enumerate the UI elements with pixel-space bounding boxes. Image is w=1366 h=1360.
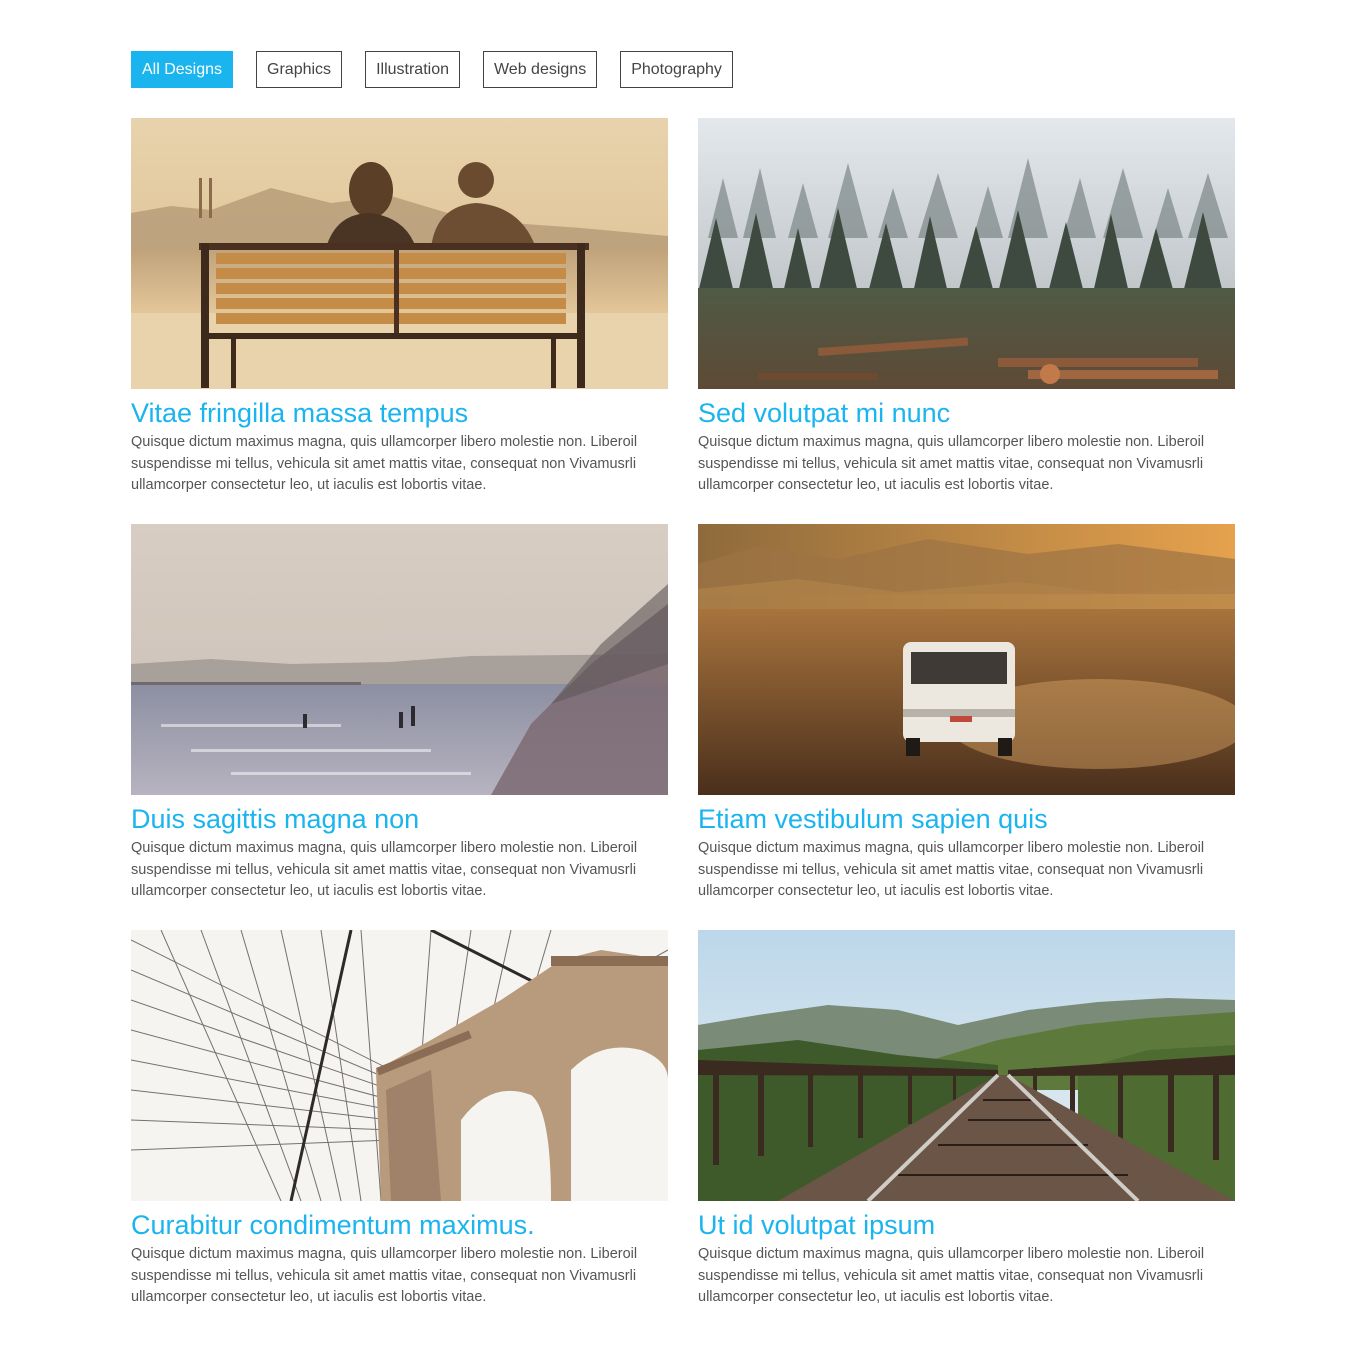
- portfolio-grid: Vitae fringilla massa tempus Quisque dic…: [131, 118, 1235, 1336]
- foggy-forest-photo[interactable]: [698, 118, 1235, 389]
- card-description: Quisque dictum maximus magna, quis ullam…: [698, 434, 1205, 493]
- misty-beach-photo[interactable]: [131, 524, 668, 795]
- card-title[interactable]: Ut id volutpat ipsum: [698, 1209, 1235, 1241]
- filter-illustration-button[interactable]: Illustration: [365, 51, 460, 88]
- van-in-desert-photo[interactable]: [698, 524, 1235, 795]
- card-title[interactable]: Duis sagittis magna non: [131, 803, 668, 835]
- card-title[interactable]: Sed volutpat mi nunc: [698, 397, 1235, 429]
- filter-web-designs-button[interactable]: Web designs: [482, 51, 598, 88]
- filter-all-designs-button[interactable]: All Designs: [131, 51, 234, 88]
- filter-bar: All Designs Graphics Illustration Web de…: [131, 51, 1235, 88]
- card-title[interactable]: Etiam vestibulum sapien quis: [698, 803, 1235, 835]
- portfolio-section: All Designs Graphics Illustration Web de…: [131, 51, 1235, 1305]
- card-description: Quisque dictum maximus magna, quis ullam…: [131, 434, 638, 493]
- portfolio-card: Duis sagittis magna non Quisque dictum m…: [131, 524, 668, 930]
- portfolio-card: Curabitur condimentum maximus. Quisque d…: [131, 930, 668, 1336]
- portfolio-card: Vitae fringilla massa tempus Quisque dic…: [131, 118, 668, 524]
- card-title[interactable]: Vitae fringilla massa tempus: [131, 397, 668, 429]
- portfolio-card: Etiam vestibulum sapien quis Quisque dic…: [698, 524, 1235, 930]
- card-description: Quisque dictum maximus magna, quis ullam…: [698, 840, 1205, 899]
- card-title[interactable]: Curabitur condimentum maximus.: [131, 1209, 668, 1241]
- filter-graphics-button[interactable]: Graphics: [256, 51, 343, 88]
- suspension-bridge-photo[interactable]: [131, 930, 668, 1201]
- card-description: Quisque dictum maximus magna, quis ullam…: [131, 840, 638, 899]
- portfolio-card: Ut id volutpat ipsum Quisque dictum maxi…: [698, 930, 1235, 1336]
- portfolio-card: Sed volutpat mi nunc Quisque dictum maxi…: [698, 118, 1235, 524]
- railway-bridge-photo[interactable]: [698, 930, 1235, 1201]
- card-description: Quisque dictum maximus magna, quis ullam…: [698, 1246, 1205, 1305]
- filter-photography-button[interactable]: Photography: [620, 51, 733, 88]
- card-description: Quisque dictum maximus magna, quis ullam…: [131, 1246, 638, 1305]
- couple-on-bench-photo[interactable]: [131, 118, 668, 389]
